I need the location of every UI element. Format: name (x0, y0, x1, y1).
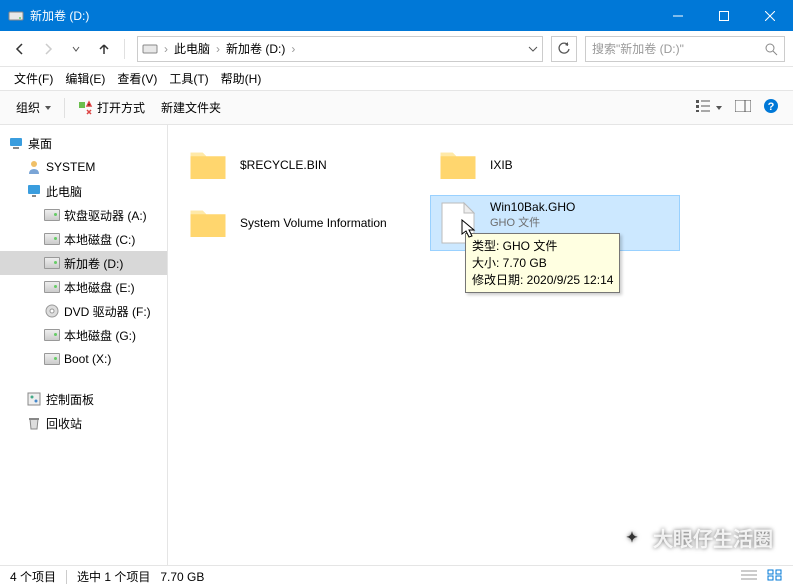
search-icon (764, 42, 778, 56)
view-details-icon[interactable] (741, 569, 757, 584)
view-options-button[interactable] (690, 100, 729, 115)
svg-text:?: ? (768, 101, 775, 113)
tree-drive-d[interactable]: 新加卷 (D:) (0, 251, 167, 275)
menu-file[interactable]: 文件(F) (8, 70, 59, 87)
tree-recycle-bin[interactable]: 回收站 (0, 411, 167, 435)
menu-view[interactable]: 查看(V) (111, 70, 163, 87)
toolbar: 组织 打开方式 新建文件夹 ? (0, 91, 793, 125)
window-title: 新加卷 (D:) (30, 7, 655, 24)
breadcrumb-item[interactable]: 新加卷 (D:) (222, 40, 289, 57)
refresh-button[interactable] (551, 36, 577, 62)
tree-this-pc[interactable]: 此电脑 (0, 179, 167, 203)
menu-edit[interactable]: 编辑(E) (59, 70, 111, 87)
status-count: 4 个项目 (10, 568, 56, 585)
file-item-folder[interactable]: IXIB (430, 137, 680, 193)
file-item-folder[interactable]: $RECYCLE.BIN (180, 137, 430, 193)
help-button[interactable]: ? (757, 98, 785, 117)
tooltip: 类型: GHO 文件 大小: 7.70 GB 修改日期: 2020/9/25 1… (465, 233, 620, 293)
new-folder-button[interactable]: 新建文件夹 (153, 99, 229, 116)
forward-button[interactable] (36, 37, 60, 61)
tree-system[interactable]: SYSTEM (0, 155, 167, 179)
back-button[interactable] (8, 37, 32, 61)
tree-drive-g[interactable]: 本地磁盘 (G:) (0, 323, 167, 347)
tree-drive-a[interactable]: 软盘驱动器 (A:) (0, 203, 167, 227)
tree-drive-f[interactable]: DVD 驱动器 (F:) (0, 299, 167, 323)
drive-icon (8, 8, 24, 24)
title-bar: 新加卷 (D:) (0, 0, 793, 31)
nav-bar: › 此电脑 › 新加卷 (D:) › 搜索"新加卷 (D:)" (0, 31, 793, 67)
tree-drive-x[interactable]: Boot (X:) (0, 347, 167, 371)
view-icons-icon[interactable] (767, 569, 783, 584)
close-button[interactable] (747, 0, 793, 31)
watermark: ✦ 大眼仔生活圈 (619, 523, 773, 552)
status-bar: 4 个项目 选中 1 个项目 7.70 GB (0, 565, 793, 587)
nav-tree: 桌面 SYSTEM 此电脑 软盘驱动器 (A:) 本地磁盘 (C:) 新加卷 (… (0, 125, 168, 565)
menu-bar: 文件(F) 编辑(E) 查看(V) 工具(T) 帮助(H) (0, 67, 793, 91)
file-item-folder[interactable]: System Volume Information (180, 195, 430, 251)
search-input[interactable]: 搜索"新加卷 (D:)" (585, 36, 785, 62)
maximize-button[interactable] (701, 0, 747, 31)
tree-desktop[interactable]: 桌面 (0, 131, 167, 155)
open-with-button[interactable]: 打开方式 (69, 99, 153, 116)
tree-drive-e[interactable]: 本地磁盘 (E:) (0, 275, 167, 299)
minimize-button[interactable] (655, 0, 701, 31)
menu-tools[interactable]: 工具(T) (163, 70, 214, 87)
chevron-down-icon[interactable] (528, 44, 538, 54)
breadcrumb-item[interactable]: 此电脑 (170, 40, 214, 57)
status-size: 7.70 GB (160, 570, 204, 584)
address-bar[interactable]: › 此电脑 › 新加卷 (D:) › (137, 36, 543, 62)
recent-dropdown[interactable] (64, 37, 88, 61)
organize-button[interactable]: 组织 (8, 99, 60, 116)
file-list[interactable]: $RECYCLE.BIN IXIB System Volume Informat… (168, 125, 793, 565)
menu-help[interactable]: 帮助(H) (215, 70, 268, 87)
up-button[interactable] (92, 37, 116, 61)
preview-pane-button[interactable] (729, 100, 757, 115)
tree-drive-c[interactable]: 本地磁盘 (C:) (0, 227, 167, 251)
status-selected: 选中 1 个项目 (77, 568, 150, 585)
tree-control-panel[interactable]: 控制面板 (0, 387, 167, 411)
